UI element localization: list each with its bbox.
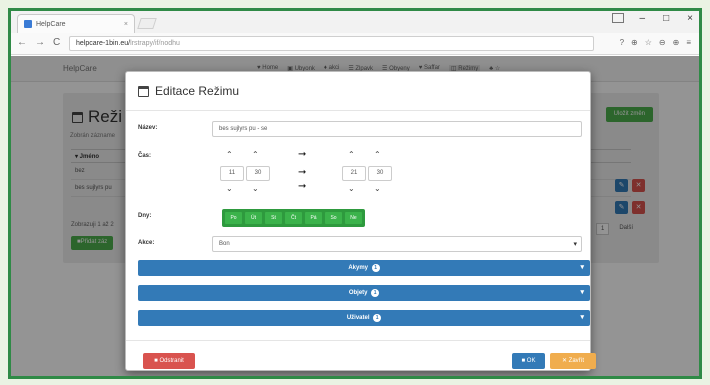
hours-up-icon[interactable]: ⌃: [226, 151, 233, 159]
divider: [126, 110, 590, 111]
profile-icon[interactable]: [612, 13, 624, 23]
address-bar[interactable]: helpcare-1bin.eu/lrstrapy/if/nodhu: [69, 36, 594, 51]
day-toggle-sun[interactable]: Ne: [345, 212, 362, 224]
chevron-down-icon: ▾: [580, 289, 584, 296]
hours-up-icon[interactable]: ⌃: [348, 151, 355, 159]
back-icon[interactable]: ←: [17, 37, 27, 48]
minimize-icon[interactable]: –: [640, 13, 646, 24]
time-from-minutes[interactable]: 30: [246, 166, 270, 181]
section-label: Objety: [348, 290, 368, 296]
maximize-icon[interactable]: □: [663, 13, 669, 24]
hours-down-icon[interactable]: ⌄: [226, 185, 233, 193]
chevron-down-icon: ▾: [580, 314, 584, 321]
dialog-title-text: Editace Režimu: [155, 84, 240, 98]
count-badge: 1: [371, 289, 380, 297]
days-toggle-group: Po Út St Čt Pá So Ne: [222, 209, 365, 227]
browser-tab[interactable]: HelpCare ×: [17, 14, 135, 33]
calendar-icon: [138, 85, 149, 97]
action-label: Akce:: [138, 240, 155, 246]
section-objety[interactable]: Objety 1 ▾: [138, 285, 590, 301]
section-label: Uživatel: [346, 315, 370, 321]
browser-titlebar: HelpCare × – □ ×: [11, 11, 699, 33]
url-host: helpcare-1bin.eu/: [76, 40, 131, 47]
day-toggle-wed[interactable]: St: [265, 212, 282, 224]
browser-toolbar: ← → C helpcare-1bin.eu/lrstrapy/if/nodhu…: [11, 33, 699, 55]
day-toggle-mon[interactable]: Po: [225, 212, 242, 224]
reload-icon[interactable]: C: [53, 37, 60, 48]
day-toggle-fri[interactable]: Pá: [305, 212, 322, 224]
url-path: lrstrapy/if/nodhu: [130, 40, 180, 47]
day-toggle-thu[interactable]: Čt: [285, 212, 302, 224]
close-window-icon[interactable]: ×: [687, 13, 693, 24]
favicon-icon: [24, 20, 32, 28]
window-controls: – □ ×: [640, 13, 693, 24]
arrow-right-icon: ➞: [298, 167, 307, 178]
tab-title: HelpCare: [36, 20, 66, 28]
dialog-title: Editace Režimu: [138, 84, 239, 98]
menu-icon[interactable]: ≡: [686, 38, 691, 47]
nav-buttons: ← → C: [17, 37, 60, 48]
forward-icon[interactable]: →: [35, 37, 45, 48]
time-label: Čas:: [138, 153, 152, 159]
day-toggle-sat[interactable]: So: [325, 212, 342, 224]
minutes-up-icon[interactable]: ⌃: [252, 151, 259, 159]
days-label: Dny:: [138, 213, 152, 219]
extension-icon[interactable]: ⊕: [631, 38, 638, 47]
minutes-down-icon[interactable]: ⌄: [374, 185, 381, 193]
time-from-hours[interactable]: 11: [220, 166, 244, 181]
section-label: Akymy: [348, 265, 368, 271]
action-select[interactable]: Bon ▾: [212, 236, 582, 252]
minutes-down-icon[interactable]: ⌄: [252, 185, 259, 193]
divider: [126, 340, 590, 341]
screenshot-frame: HelpCare × – □ × ← → C helpcare-1bin.eu/…: [8, 8, 702, 379]
minutes-up-icon[interactable]: ⌃: [374, 151, 381, 159]
hours-down-icon[interactable]: ⌄: [348, 185, 355, 193]
chevron-down-icon: ▾: [573, 241, 577, 248]
arrow-right-icon: ➞: [298, 149, 307, 160]
time-to-hours[interactable]: 21: [342, 166, 366, 181]
section-uzivatel[interactable]: Uživatel 1 ▾: [138, 310, 590, 326]
arrow-right-icon: ➞: [298, 181, 307, 192]
extension-icon[interactable]: ⊖: [659, 38, 666, 47]
new-tab-button[interactable]: [137, 18, 157, 29]
name-label: Název:: [138, 125, 158, 131]
chevron-down-icon: ▾: [580, 264, 584, 271]
extension-icons: ? ⊕ ☆ ⊖ ⊕ ≡: [620, 38, 691, 47]
time-to-minutes[interactable]: 30: [368, 166, 392, 181]
action-select-value: Bon: [219, 241, 230, 247]
ok-button[interactable]: ■ OK: [512, 353, 545, 369]
tab-close-icon[interactable]: ×: [124, 21, 128, 28]
extension-icon[interactable]: ?: [620, 38, 624, 47]
extension-icon[interactable]: ⊕: [673, 38, 680, 47]
edit-mode-dialog: Editace Režimu Název: bes sujlyrs pu - s…: [125, 71, 596, 371]
day-toggle-tue[interactable]: Út: [245, 212, 262, 224]
name-field[interactable]: bes sujlyrs pu - se: [212, 121, 582, 137]
count-badge: 1: [371, 264, 380, 272]
close-button[interactable]: ✕ Zavřít: [550, 353, 596, 369]
bookmark-star-icon[interactable]: ☆: [645, 38, 652, 47]
delete-button[interactable]: ■ Odstranit: [143, 353, 195, 369]
count-badge: 1: [373, 314, 382, 322]
section-akymy[interactable]: Akymy 1 ▾: [138, 260, 590, 276]
